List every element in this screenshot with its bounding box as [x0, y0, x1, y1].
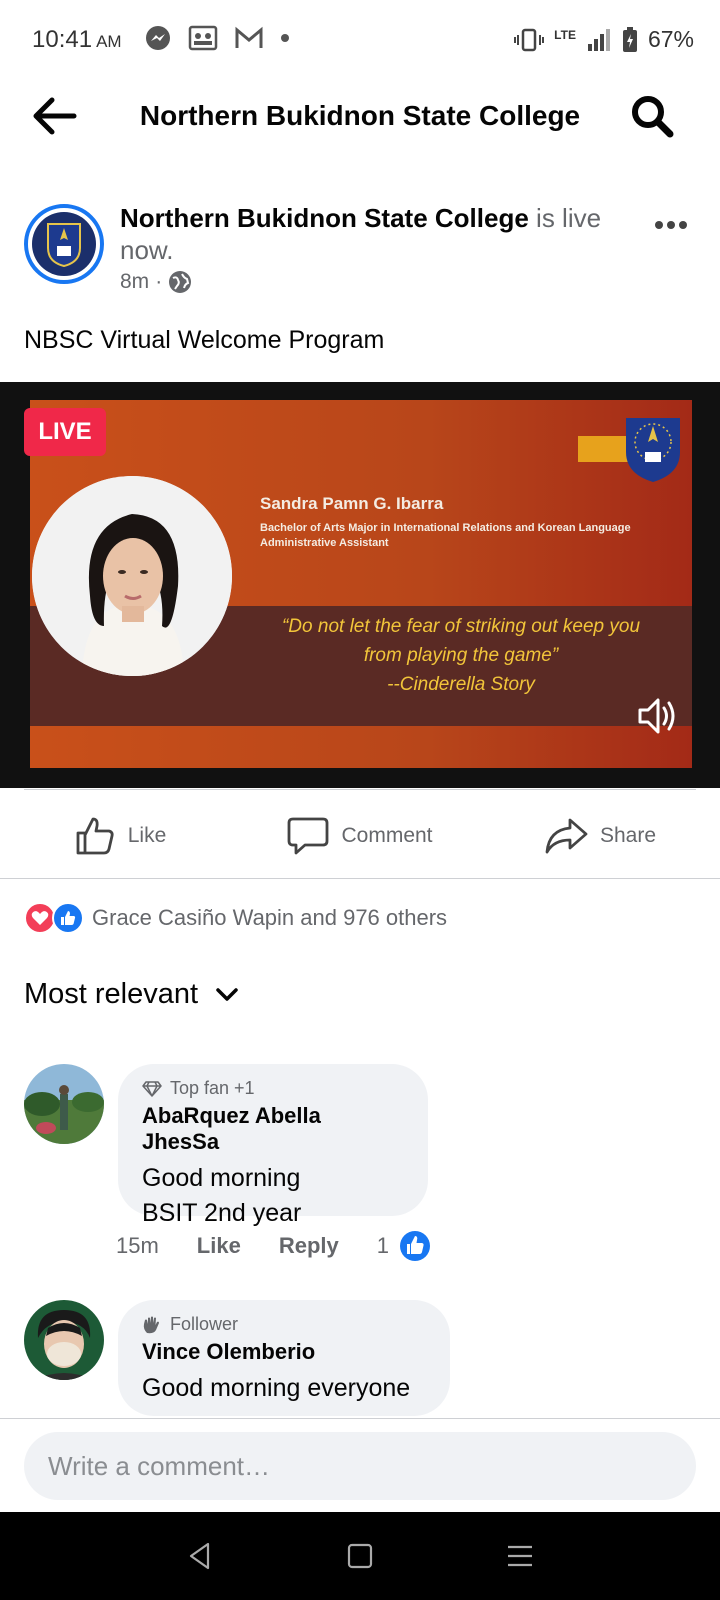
arrow-left-icon: [33, 97, 77, 135]
commenter-name[interactable]: Vince Olemberio: [142, 1339, 426, 1365]
comment-item: Follower Vince Olemberio Good morning ev…: [24, 1300, 696, 1418]
speaker-name: Sandra Pamn G. Ibarra: [260, 494, 444, 513]
page-avatar[interactable]: [24, 204, 104, 284]
commenter-name[interactable]: AbaRquez Abella JhesSa: [142, 1103, 404, 1155]
page-title: Northern Bukidnon State College: [139, 100, 581, 131]
speaker-credentials: Bachelor of Arts Major in International …: [260, 521, 680, 551]
post-actions: Like Comment Share: [0, 795, 720, 877]
speaker-volume-icon: [638, 698, 675, 734]
thumbs-up-icon: [76, 817, 114, 855]
comment-bubble[interactable]: Follower Vince Olemberio Good morning ev…: [118, 1300, 450, 1416]
comment-meta: 15m Like Reply 1: [116, 1230, 431, 1262]
share-button[interactable]: Share: [480, 795, 720, 877]
comment-bubble[interactable]: Top fan +1 AbaRquez Abella JhesSa Good m…: [118, 1064, 428, 1227]
like-button[interactable]: Like: [0, 795, 240, 877]
battery-charging-icon: [622, 26, 637, 52]
clock-ampm: AM: [96, 32, 122, 51]
comment-text-line: Good morning: [142, 1164, 301, 1192]
commenter-avatar[interactable]: [24, 1300, 104, 1380]
comment-label: Comment: [341, 824, 433, 847]
search-icon: [632, 96, 674, 138]
divider: [0, 1418, 720, 1419]
meeting-icon: [188, 25, 218, 51]
vibrate-icon: [514, 28, 545, 51]
nav-back-icon[interactable]: [186, 1541, 214, 1571]
like-reaction-icon: [52, 902, 84, 934]
globe-icon: [169, 271, 192, 293]
comment-reply-button[interactable]: Reply: [279, 1233, 339, 1259]
reactions-text: Grace Casiño Wapin and 976 others: [92, 905, 448, 930]
post-header: Northern Bukidnon State College is live …: [24, 196, 696, 306]
more-options-button[interactable]: [654, 204, 688, 238]
comment-like-count[interactable]: 1: [377, 1230, 431, 1262]
post-meta: 8m ·: [120, 270, 192, 294]
nav-recents-icon[interactable]: [506, 1544, 534, 1568]
speaker-role: Administrative Assistant: [260, 537, 389, 549]
post-author-name[interactable]: Northern Bukidnon State College: [120, 203, 529, 233]
battery-percent: 67%: [647, 26, 694, 52]
nav-home-icon[interactable]: [347, 1543, 373, 1569]
post-text: NBSC Virtual Welcome Program: [24, 326, 385, 354]
volume-button[interactable]: [636, 694, 680, 738]
comment-text-line: BSIT 2nd year: [142, 1199, 302, 1227]
commenter-avatar[interactable]: [24, 1064, 104, 1144]
slide-logo-icon: [624, 412, 682, 484]
comment-button[interactable]: Comment: [240, 795, 480, 877]
speaker-photo: [32, 476, 232, 676]
top-fan-badge: Top fan +1: [142, 1078, 404, 1099]
video-slide: Sandra Pamn G. Ibarra Bachelor of Arts M…: [30, 400, 692, 768]
system-nav-bar: [0, 1512, 720, 1600]
comment-text-line: Good morning everyone: [142, 1374, 411, 1402]
college-logo-icon: [32, 212, 96, 276]
clock-text: 10:41: [32, 26, 93, 53]
more-notifications-dot-icon: [281, 34, 289, 42]
badge-label: Follower: [170, 1314, 239, 1334]
speaker-degree: Bachelor of Arts Major in International …: [260, 522, 631, 534]
app-header: Northern Bukidnon State College: [0, 80, 720, 152]
status-bar: 10:41 AM LTE 67%: [0, 0, 720, 80]
reactions-summary[interactable]: Grace Casiño Wapin and 976 others: [24, 902, 447, 934]
system-icons: LTE 67%: [514, 26, 694, 53]
comment-like-button[interactable]: Like: [197, 1233, 241, 1259]
share-arrow-icon: [545, 818, 588, 854]
waving-hand-icon: [143, 1316, 159, 1333]
badge-label: Top fan +1: [170, 1078, 255, 1098]
status-time: 10:41 AM: [32, 26, 122, 54]
signal-icon: [587, 28, 610, 51]
comment-time: 15m: [116, 1233, 159, 1258]
chevron-down-icon: [216, 987, 238, 1001]
quote-line-1: “Do not let the fear of striking out kee…: [281, 616, 641, 637]
notification-icons: [144, 24, 290, 52]
like-reaction-icon: [400, 1231, 430, 1261]
comment-sort-dropdown[interactable]: Most relevant: [24, 978, 238, 1011]
comment-item: Top fan +1 AbaRquez Abella JhesSa Good m…: [24, 1064, 696, 1244]
sort-label: Most relevant: [24, 978, 199, 1010]
back-button[interactable]: [30, 94, 78, 138]
gmail-icon: [235, 26, 263, 48]
search-button[interactable]: [628, 92, 676, 140]
more-dots-icon: [655, 221, 687, 229]
share-label: Share: [599, 824, 657, 847]
live-badge: LIVE: [24, 408, 106, 456]
network-type: LTE: [554, 27, 576, 42]
comment-bubble-icon: [288, 817, 329, 855]
like-label: Like: [127, 824, 167, 847]
meta-separator: ·: [155, 270, 163, 293]
slide-quote: “Do not let the fear of striking out kee…: [230, 612, 692, 699]
live-video[interactable]: Sandra Pamn G. Ibarra Bachelor of Arts M…: [0, 382, 720, 788]
quote-source: --Cinderella Story: [387, 674, 535, 695]
post-time[interactable]: 8m: [120, 270, 149, 294]
divider: [0, 878, 720, 879]
divider: [24, 789, 696, 790]
diamond-icon: [142, 1080, 162, 1097]
messenger-icon: [146, 26, 170, 50]
comment-input-placeholder: Write a comment…: [48, 1450, 271, 1481]
quote-line-2: from playing the game”: [363, 645, 559, 666]
post-author-line: Northern Bukidnon State College is live …: [120, 202, 620, 266]
comment-input[interactable]: Write a comment…: [24, 1432, 696, 1500]
like-count: 1: [376, 1233, 389, 1258]
follower-badge: Follower: [142, 1314, 426, 1335]
